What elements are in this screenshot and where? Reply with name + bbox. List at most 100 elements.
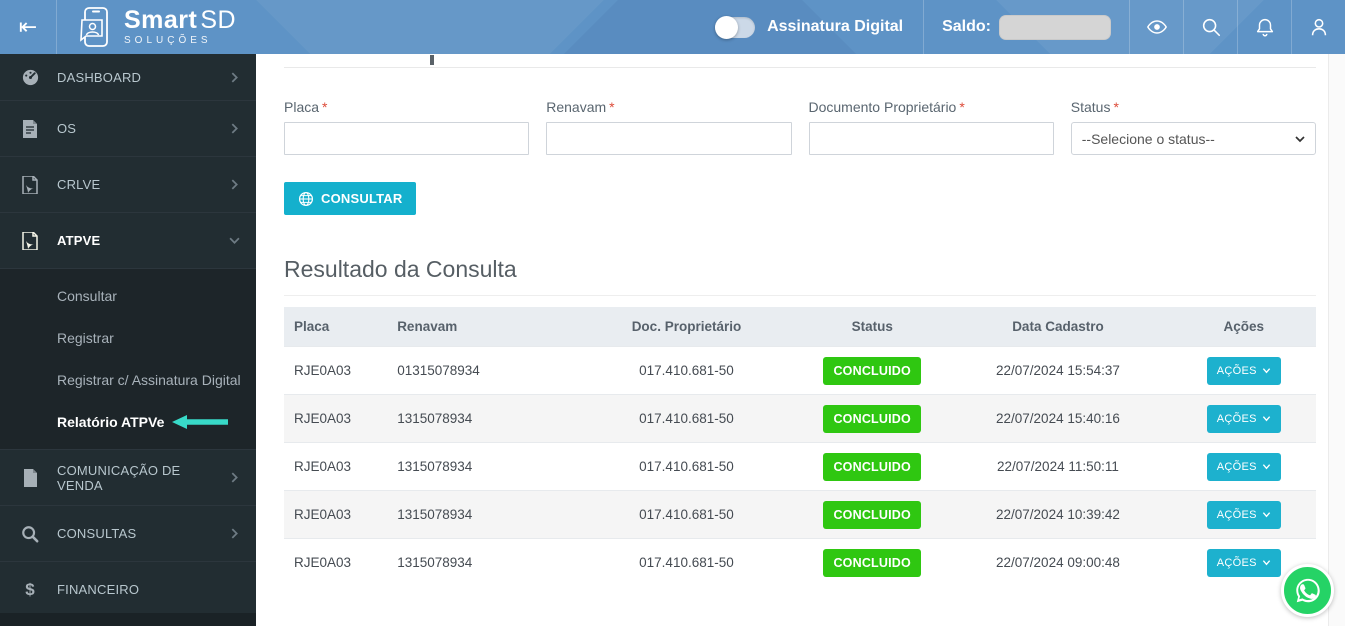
sidebar-item-consultas[interactable]: CONSULTAS	[0, 506, 256, 562]
chevron-down-icon	[1262, 512, 1270, 518]
placa-input[interactable]	[284, 122, 530, 155]
query-form: Placa * Renavam * Documento Proprietário * …	[284, 99, 1316, 155]
column-header-placa: Placa	[284, 307, 388, 347]
search-button[interactable]	[1184, 0, 1237, 54]
submenu-item-label: Consultar	[57, 288, 117, 304]
consultar-button-label: CONSULTAR	[321, 191, 403, 206]
cell-placa: RJE0A03	[284, 394, 388, 443]
acoes-button-label: AÇÕES	[1216, 412, 1257, 425]
eye-icon	[1146, 20, 1167, 34]
required-marker: *	[609, 99, 615, 115]
saldo-label: Saldo:	[942, 18, 991, 35]
status-label-text: Status	[1070, 99, 1111, 115]
header-pattern	[246, 0, 614, 54]
sidebar-item-dashboard[interactable]: DASHBOARD	[0, 54, 256, 101]
sidebar-item-crlve[interactable]: CRLVE	[0, 157, 256, 213]
cell-doc-proprietario: 017.410.681-50	[572, 538, 800, 587]
cell-renavam: 1315078934	[387, 490, 573, 539]
main-content: Placa * Renavam * Documento Proprietário * …	[256, 54, 1345, 626]
cell-renavam: 1315078934	[387, 442, 573, 491]
submenu-item-consultar[interactable]: Consultar	[0, 275, 256, 317]
table-row: RJE0A03 01315078934 017.410.681-50 CONCL…	[284, 346, 1316, 395]
atpve-submenu: Consultar Registrar Registrar c/ Assinat…	[0, 269, 256, 450]
cell-renavam: 01315078934	[387, 346, 573, 395]
whatsapp-button[interactable]	[1281, 564, 1334, 617]
assinatura-digital-toggle-group: Assinatura Digital	[695, 0, 923, 54]
cell-doc-proprietario: 017.410.681-50	[572, 442, 800, 491]
sidebar-item-label: ATPVE	[57, 233, 101, 248]
column-header-doc-proprietario: Doc. Proprietário	[572, 307, 800, 347]
sidebar-item-atpve[interactable]: ATPVE	[0, 213, 256, 269]
sidebar-item-financeiro[interactable]: $ FINANCEIRO	[0, 562, 256, 618]
assinatura-digital-toggle[interactable]	[715, 15, 756, 39]
vertical-scrollbar[interactable]	[1328, 54, 1345, 626]
documento-proprietario-field-group: Documento Proprietário *	[808, 99, 1054, 155]
sidebar-item-label: OS	[57, 121, 77, 136]
sidebar-item-label: FINANCEIRO	[57, 582, 140, 597]
table-row: RJE0A03 1315078934 017.410.681-50 CONCLU…	[284, 442, 1316, 491]
column-header-data-cadastro: Data Cadastro	[944, 307, 1172, 347]
brand-subtitle: SOLUÇÕES	[124, 35, 212, 46]
acoes-dropdown-button[interactable]: AÇÕES	[1206, 548, 1281, 577]
status-select[interactable]: --Selecione o status--	[1070, 122, 1316, 155]
table-row: RJE0A03 1315078934 017.410.681-50 CONCLU…	[284, 538, 1316, 587]
status-badge: CONCLUIDO	[823, 500, 921, 529]
consultar-button[interactable]: CONSULTAR	[284, 182, 417, 215]
documento-proprietario-input[interactable]	[808, 122, 1054, 155]
chevron-down-icon	[1262, 416, 1270, 422]
acoes-dropdown-button[interactable]: AÇÕES	[1206, 452, 1281, 481]
search-icon	[1202, 18, 1220, 37]
whatsapp-icon	[1295, 578, 1320, 602]
cell-placa: RJE0A03	[284, 538, 388, 587]
submenu-item-relatorio-atpve[interactable]: Relatório ATPVe	[0, 401, 256, 443]
collapse-sidebar-button[interactable]: ⇤	[0, 0, 56, 54]
chevron-right-icon	[231, 528, 238, 539]
assinatura-digital-label: Assinatura Digital	[767, 18, 904, 35]
brand-logo-icon	[80, 7, 108, 47]
table-header-row: Placa Renavam Doc. Proprietário Status D…	[284, 307, 1316, 347]
status-badge: CONCLUIDO	[823, 452, 921, 481]
submenu-item-label: Registrar c/ Assinatura Digital	[57, 372, 241, 388]
brand-logo[interactable]: Smart SD SOLUÇÕES	[57, 0, 257, 54]
bell-icon	[1256, 18, 1273, 37]
globe-icon	[298, 191, 314, 206]
cell-data-cadastro: 22/07/2024 11:50:11	[944, 442, 1172, 491]
placa-label-text: Placa	[284, 99, 320, 115]
placa-label: Placa *	[284, 99, 529, 115]
cell-data-cadastro: 22/07/2024 09:00:48	[944, 538, 1172, 587]
cell-placa: RJE0A03	[284, 490, 388, 539]
required-marker: *	[1113, 99, 1119, 115]
brand-name-bold: Smart	[124, 6, 198, 34]
notifications-button[interactable]	[1238, 0, 1291, 54]
visibility-button[interactable]	[1130, 0, 1183, 54]
sidebar-item-comunicacao-de-venda[interactable]: COMUNICAÇÃO DE VENDA	[0, 450, 256, 506]
submenu-item-registrar[interactable]: Registrar	[0, 317, 256, 359]
chevron-right-icon	[231, 71, 238, 83]
cell-placa: RJE0A03	[284, 442, 388, 491]
submenu-item-registrar-assinatura[interactable]: Registrar c/ Assinatura Digital	[0, 359, 256, 401]
acoes-dropdown-button[interactable]: AÇÕES	[1206, 500, 1281, 529]
column-header-acoes: Ações	[1171, 307, 1316, 347]
sidebar-item-os[interactable]: OS	[0, 101, 256, 157]
content-top-divider	[284, 55, 1316, 68]
placa-field-group: Placa *	[284, 99, 530, 155]
renavam-input[interactable]	[546, 122, 792, 155]
acoes-dropdown-button[interactable]: AÇÕES	[1206, 356, 1281, 385]
chevron-down-icon	[1262, 464, 1270, 470]
cell-renavam: 1315078934	[387, 538, 573, 587]
acoes-dropdown-button[interactable]: AÇÕES	[1206, 404, 1281, 433]
file-pdf-icon	[20, 231, 40, 251]
chevron-down-icon	[229, 237, 240, 244]
user-menu-button[interactable]	[1292, 0, 1345, 54]
acoes-button-label: AÇÕES	[1216, 508, 1257, 521]
saldo-value-redacted	[999, 14, 1111, 40]
required-marker: *	[322, 99, 328, 115]
table-row: RJE0A03 1315078934 017.410.681-50 CONCLU…	[284, 490, 1316, 539]
brand-name-light: SD	[200, 6, 237, 34]
sidebar-item-label: DASHBOARD	[57, 69, 142, 85]
toggle-knob	[715, 15, 739, 39]
results-table: Placa Renavam Doc. Proprietário Status D…	[284, 307, 1316, 587]
table-row: RJE0A03 1315078934 017.410.681-50 CONCLU…	[284, 394, 1316, 443]
status-badge: CONCLUIDO	[823, 356, 921, 385]
annotation-arrow-left-icon	[172, 415, 228, 429]
